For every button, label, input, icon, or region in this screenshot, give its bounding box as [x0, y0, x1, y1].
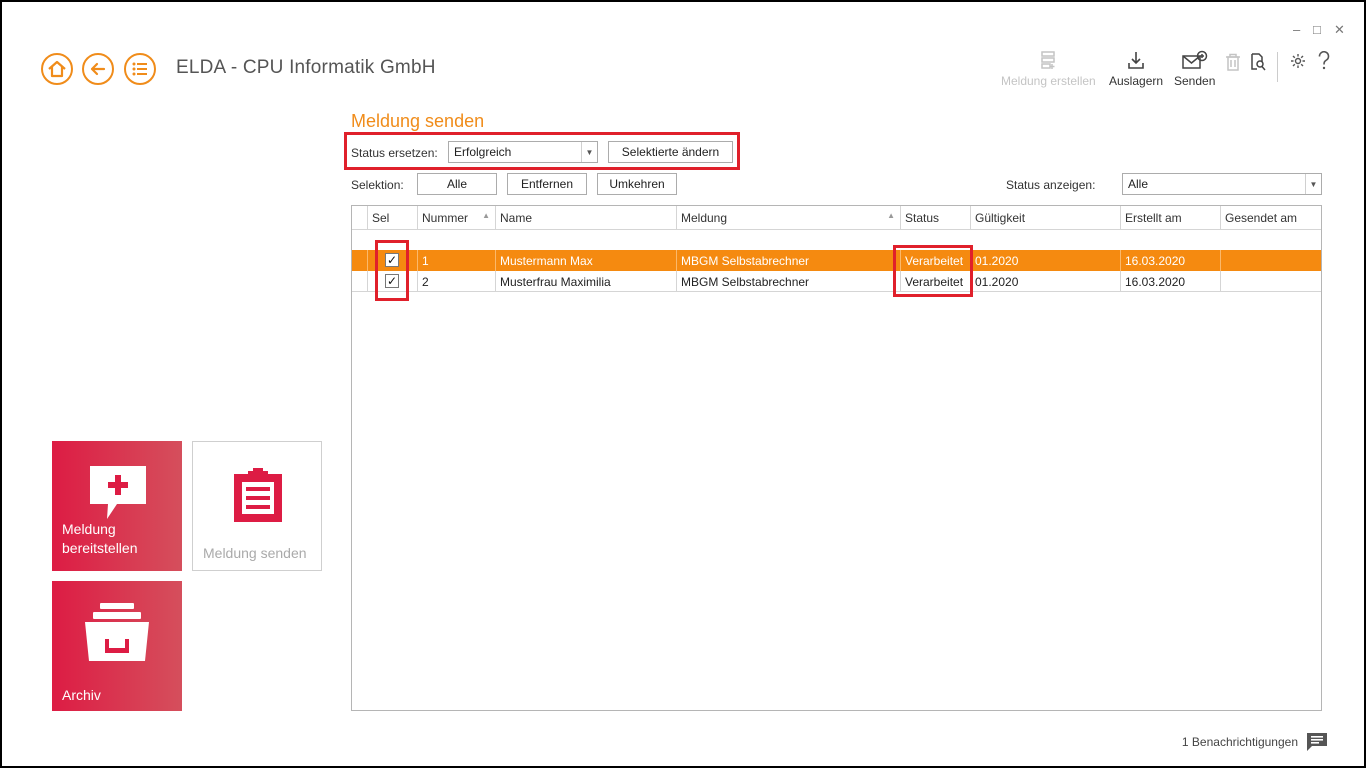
invert-selection-button[interactable]: Umkehren	[597, 173, 677, 195]
cell-nummer: 1	[418, 250, 496, 271]
app-title: ELDA - CPU Informatik GmbH	[176, 57, 436, 78]
auslagern-button[interactable]: Auslagern	[1109, 50, 1163, 88]
archive-box-icon	[85, 603, 149, 661]
senden-button[interactable]: Senden	[1174, 50, 1215, 88]
notifications-text: 1 Benachrichtigungen	[1181, 735, 1298, 749]
cell-name: Musterfrau Maximilia	[496, 271, 677, 292]
gear-icon	[1291, 54, 1305, 68]
notifications-bar[interactable]: 1 Benachrichtigungen	[1182, 732, 1328, 752]
chevron-down-icon: ▼	[1305, 174, 1321, 194]
sort-asc-icon: ▲	[482, 211, 490, 220]
cell-gesendet	[1221, 271, 1321, 292]
column-header-gesendet[interactable]: Gesendet am	[1221, 206, 1321, 230]
app-window: – □ ✕ ELDA - CPU Informatik GmbH Meldung…	[0, 0, 1366, 768]
help-button[interactable]	[1317, 50, 1331, 76]
status-filter-select[interactable]: Alle ▼	[1122, 173, 1322, 195]
tile-label: Meldung bereitstellen	[62, 521, 138, 556]
column-header-gueltigkeit[interactable]: Gültigkeit	[971, 206, 1121, 230]
column-header-erstellt[interactable]: Erstellt am	[1121, 206, 1221, 230]
tile-meldung-bereitstellen[interactable]: Meldung bereitstellen	[52, 441, 182, 571]
clipboard-icon	[234, 468, 282, 522]
status-replace-label: Status ersetzen:	[351, 146, 438, 160]
cell-name: Mustermann Max	[496, 250, 677, 271]
close-button[interactable]: ✕	[1334, 22, 1345, 38]
cell-erstellt: 16.03.2020	[1121, 250, 1221, 271]
change-selected-button[interactable]: Selektierte ändern	[608, 141, 733, 163]
send-mail-icon	[1181, 50, 1207, 69]
cell-gueltigkeit: 01.2020	[971, 250, 1121, 271]
cell-gueltigkeit: 01.2020	[971, 271, 1121, 292]
chat-bubble-icon	[1307, 733, 1327, 751]
column-header-status[interactable]: Status	[901, 206, 971, 230]
trash-icon	[1226, 53, 1240, 71]
report-grid: Sel Nummer ▲ Name Meldung ▲ Status Gültigk…	[351, 205, 1322, 711]
create-report-icon	[1041, 51, 1056, 69]
highlight-checkboxes	[375, 240, 409, 301]
list-icon	[132, 62, 147, 76]
home-icon	[48, 60, 66, 78]
column-header-nummer[interactable]: Nummer ▲	[418, 206, 496, 230]
cell-meldung: MBGM Selbstabrechner	[677, 271, 901, 292]
sort-asc-icon: ▲	[887, 211, 895, 220]
back-arrow-icon	[90, 62, 106, 76]
tile-label: Meldung senden	[203, 545, 307, 561]
page-title: Meldung senden	[351, 111, 485, 131]
home-button[interactable]	[41, 53, 73, 85]
toolbar-separator	[1277, 52, 1278, 82]
settings-button[interactable]	[1290, 53, 1306, 74]
add-message-icon	[90, 466, 146, 519]
status-show-label: Status anzeigen:	[1006, 178, 1096, 192]
status-replace-select[interactable]: Erfolgreich ▼	[448, 141, 598, 163]
highlight-status-cells	[893, 245, 973, 297]
maximize-button[interactable]: □	[1313, 22, 1321, 37]
selection-label: Selektion:	[351, 178, 404, 192]
delete-button[interactable]	[1225, 53, 1241, 76]
cell-meldung: MBGM Selbstabrechner	[677, 250, 901, 271]
grid-header: Sel Nummer ▲ Name Meldung ▲ Status Gültigk…	[352, 206, 1321, 230]
column-header-meldung[interactable]: Meldung ▲	[677, 206, 901, 230]
meldung-erstellen-button[interactable]: Meldung erstellen	[1001, 50, 1096, 88]
menu-list-button[interactable]	[124, 53, 156, 85]
select-all-button[interactable]: Alle	[417, 173, 497, 195]
tile-archiv[interactable]: Archiv	[52, 581, 182, 711]
chevron-down-icon: ▼	[581, 142, 597, 162]
document-search-icon	[1251, 53, 1266, 71]
column-header-sel[interactable]: Sel	[368, 206, 418, 230]
remove-selection-button[interactable]: Entfernen	[507, 173, 587, 195]
row-indicator-header	[352, 206, 368, 230]
table-row[interactable]: ✓ 1 Mustermann Max MBGM Selbstabrechner …	[352, 250, 1321, 271]
cell-nummer: 2	[418, 271, 496, 292]
table-row[interactable]: ✓ 2 Musterfrau Maximilia MBGM Selbstabre…	[352, 271, 1321, 292]
minimize-button[interactable]: –	[1293, 22, 1300, 37]
tile-label: Archiv	[62, 687, 101, 703]
cell-gesendet	[1221, 250, 1321, 271]
cell-erstellt: 16.03.2020	[1121, 271, 1221, 292]
tile-meldung-senden[interactable]: Meldung senden	[192, 441, 322, 571]
back-button[interactable]	[82, 53, 114, 85]
download-icon	[1128, 52, 1144, 69]
help-icon	[1318, 50, 1330, 70]
column-header-name[interactable]: Name	[496, 206, 677, 230]
search-report-button[interactable]	[1250, 53, 1266, 76]
